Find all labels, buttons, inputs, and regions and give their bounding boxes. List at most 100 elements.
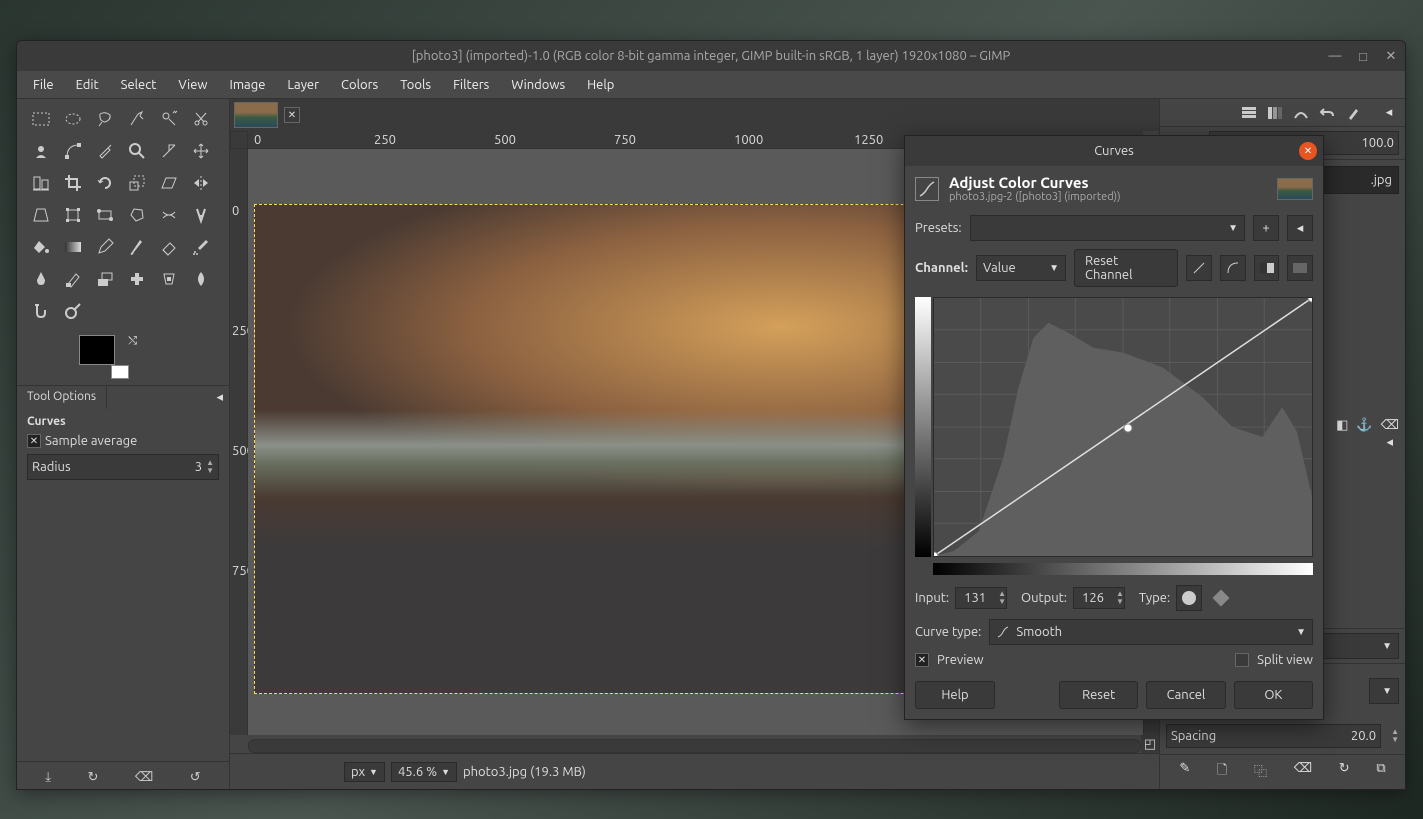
clone-tool-icon[interactable] [91,265,119,293]
ruler-vertical[interactable]: 0 250 500 750 [230,149,248,735]
brush-opts[interactable]: ▼ [1369,678,1399,704]
delete-brush-icon[interactable]: ⌫ [1294,761,1312,783]
log-hist-icon[interactable] [1220,255,1246,281]
ruler-origin[interactable] [230,131,248,149]
mypaint-tool-icon[interactable] [59,265,87,293]
layer-mask-icon[interactable]: ◧ [1336,418,1348,433]
maximize-button[interactable]: □ [1355,48,1371,64]
dock-menu-icon[interactable]: ◂ [1377,102,1401,124]
spacing-slider[interactable]: Spacing 20.0 [1166,724,1381,748]
airbrush-tool-icon[interactable] [187,233,215,261]
smudge-tool-icon[interactable] [27,297,55,325]
heal-tool-icon[interactable] [123,265,151,293]
align-tool-icon[interactable] [27,169,55,197]
rotate-tool-icon[interactable] [91,169,119,197]
preset-menu-button[interactable]: ◂ [1287,215,1313,241]
menu-select[interactable]: Select [111,74,167,96]
scrollbar-horizontal[interactable] [248,739,1141,753]
input-field[interactable]: 131▲▼ [955,587,1007,609]
menu-windows[interactable]: Windows [501,74,575,96]
linear-hist-icon[interactable] [1186,255,1212,281]
foreground-select-tool-icon[interactable] [27,137,55,165]
scissors-tool-icon[interactable] [187,105,215,133]
paths-dock-icon[interactable] [1289,102,1313,124]
radius-down-icon[interactable]: ▼ [206,467,214,475]
preview-checkbox[interactable]: ✕ [915,653,929,667]
help-button[interactable]: Help [915,681,995,709]
channels-dock-icon[interactable] [1263,102,1287,124]
scale-tool-icon[interactable] [123,169,151,197]
paintbrush-tool-icon[interactable] [123,233,151,261]
menu-edit[interactable]: Edit [66,74,109,96]
layer-delete-icon[interactable]: ⌫ [1381,418,1399,433]
zoom-tool-icon[interactable] [123,137,151,165]
tool-options-tab[interactable]: Tool Options [17,386,107,409]
lasso-tool-icon[interactable] [91,105,119,133]
layers-dock-icon[interactable] [1237,102,1261,124]
curves-graph[interactable] [933,297,1313,557]
pencil-tool-icon[interactable] [91,233,119,261]
hist-bw-icon[interactable] [1254,255,1280,281]
menu-filters[interactable]: Filters [443,74,499,96]
dialog-titlebar[interactable]: Curves ✕ [905,136,1323,166]
fg-bg-swatches[interactable]: ⤭ [79,335,137,379]
sample-average-checkbox[interactable]: ✕ [27,434,41,448]
spacing-down-icon[interactable]: ▼ [1391,736,1399,744]
add-preset-button[interactable]: + [1253,215,1279,241]
blur-tool-icon[interactable] [187,265,215,293]
ellipse-select-tool-icon[interactable] [59,105,87,133]
tab-menu-icon[interactable]: ◂ [210,386,229,409]
output-field[interactable]: 126▲▼ [1073,587,1125,609]
unified-transform-tool-icon[interactable] [59,201,87,229]
layer-anchor-icon[interactable]: ⚓ [1356,418,1372,433]
duplicate-brush-icon[interactable]: ⿻ [1254,761,1267,783]
color-picker-tool-icon[interactable] [91,137,119,165]
unit-select[interactable]: px▼ [344,762,385,782]
open-as-image-icon[interactable]: ⧉ [1376,761,1385,783]
shear-tool-icon[interactable] [155,169,183,197]
brushes-dock-icon[interactable] [1341,102,1365,124]
hist-rgb-icon[interactable] [1287,255,1313,281]
ok-button[interactable]: OK [1234,681,1313,709]
reset-channel-button[interactable]: Reset Channel [1074,249,1178,287]
menu-layer[interactable]: Layer [277,74,329,96]
eraser-tool-icon[interactable] [155,233,183,261]
reset-options-icon[interactable]: ↺ [190,770,201,785]
image-tab-thumbnail[interactable] [234,102,278,128]
swap-colors-icon[interactable]: ⤭ [128,335,137,348]
dodge-tool-icon[interactable] [59,297,87,325]
cancel-button[interactable]: Cancel [1146,681,1225,709]
menu-tools[interactable]: Tools [390,74,441,96]
new-brush-icon[interactable]: 🗋 [1217,761,1227,783]
crop-tool-icon[interactable] [59,169,87,197]
perspective-tool-icon[interactable] [27,201,55,229]
flip-tool-icon[interactable] [187,169,215,197]
restore-options-icon[interactable]: ↻ [88,770,99,785]
fuzzy-select-tool-icon[interactable] [123,105,151,133]
reset-button[interactable]: Reset [1059,681,1138,709]
gradient-tool-icon[interactable] [59,233,87,261]
move-tool-icon[interactable] [187,137,215,165]
menu-view[interactable]: View [168,74,217,96]
perspective-clone-tool-icon[interactable] [155,265,183,293]
text-tool-icon[interactable] [187,201,215,229]
menu-file[interactable]: File [23,74,64,96]
edit-brush-icon[interactable]: ✎ [1179,761,1190,783]
undo-history-dock-icon[interactable] [1315,102,1339,124]
by-color-select-tool-icon[interactable] [155,105,183,133]
warp-tool-icon[interactable] [155,201,183,229]
delete-options-icon[interactable]: ⌫ [135,770,153,785]
channel-combo[interactable]: Value▼ [976,255,1066,281]
dock-expand-icon[interactable]: ◂ [1386,435,1393,450]
point-corner-button[interactable] [1208,585,1234,611]
cage-tool-icon[interactable] [123,201,151,229]
menu-colors[interactable]: Colors [331,74,388,96]
minimize-button[interactable]: — [1327,48,1343,64]
paths-tool-icon[interactable] [59,137,87,165]
point-smooth-button[interactable] [1176,585,1202,611]
radius-field[interactable]: Radius 3 ▲▼ [27,454,219,480]
dialog-close-button[interactable]: ✕ [1299,142,1317,160]
split-view-checkbox[interactable] [1235,653,1249,667]
bucket-fill-tool-icon[interactable] [27,233,55,261]
navigation-preview-icon[interactable]: ◰ [1141,735,1159,753]
